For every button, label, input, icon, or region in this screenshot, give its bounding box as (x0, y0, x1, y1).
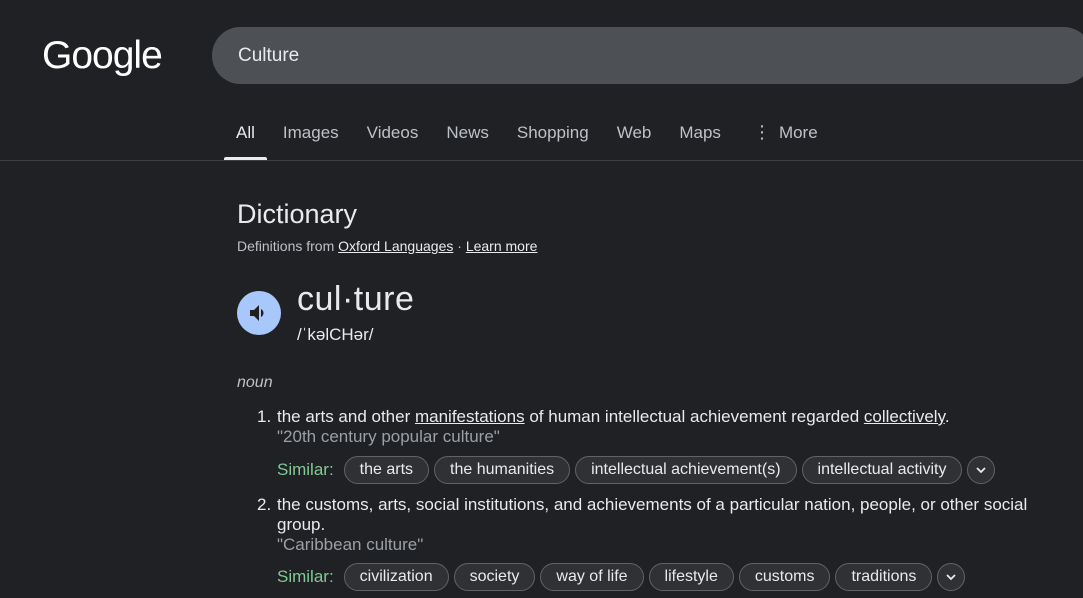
word-link-collectively[interactable]: collectively (864, 407, 945, 426)
chevron-down-icon (976, 467, 987, 474)
def-text-part: . (944, 407, 950, 426)
word-link-manifestations[interactable]: manifestations (415, 407, 525, 426)
similar-chip[interactable]: lifestyle (648, 563, 734, 591)
tab-all[interactable]: All (224, 116, 267, 160)
speaker-icon (250, 305, 264, 321)
headword: cul·ture (297, 280, 415, 318)
def-text-part: the arts and other (277, 407, 415, 426)
tab-news[interactable]: News (446, 116, 489, 160)
example-2: "Caribbean culture" (277, 535, 424, 554)
tab-web[interactable]: Web (617, 116, 652, 160)
def-text-part: of human intellectual achievement regard… (524, 407, 864, 426)
phonetic: /ˈkəlCHər/ (297, 325, 374, 344)
similar-chip[interactable]: intellectual activity (801, 456, 963, 484)
definition-2: 2. the customs, arts, social institution… (257, 495, 1027, 534)
tab-shopping[interactable]: Shopping (517, 116, 589, 160)
tab-web-label: Web (616, 123, 652, 142)
search-tabs: All Images Videos News Shopping Web Maps… (224, 116, 846, 160)
source-separator: · (457, 238, 462, 254)
search-box[interactable] (212, 27, 1083, 84)
dictionary-source: Definitions from Oxford Languages · Lear… (237, 238, 537, 254)
tab-maps[interactable]: Maps (679, 116, 721, 160)
google-logo[interactable]: Google (42, 34, 163, 78)
similar-chip[interactable]: civilization (343, 563, 449, 591)
tab-videos[interactable]: Videos (367, 116, 419, 160)
similar-label: Similar: (277, 460, 334, 479)
more-dots-icon: ⋮ (752, 122, 771, 142)
similar-chip[interactable]: society (453, 563, 536, 591)
similar-label: Similar: (277, 567, 334, 586)
page: Google All Images Videos News Shopping W… (0, 0, 1083, 598)
tab-shopping-label: Shopping (516, 123, 589, 142)
tab-maps-label: Maps (679, 123, 721, 142)
def-line-1: the customs, arts, social institutions, … (277, 495, 1028, 514)
similar-chip[interactable]: way of life (540, 563, 644, 591)
tab-images[interactable]: Images (283, 116, 339, 160)
similar-row-2: Similar: civilization society way of lif… (277, 563, 966, 591)
similar-chip[interactable]: intellectual achievement(s) (575, 456, 797, 484)
definition-text: the arts and other manifestations of hum… (277, 407, 950, 427)
chevron-down-icon (946, 574, 957, 581)
tab-videos-label: Videos (366, 123, 419, 142)
tab-images-label: Images (282, 123, 339, 142)
example-1: "20th century popular culture" (277, 427, 500, 446)
source-prefix: Definitions from (237, 238, 335, 254)
similar-chip[interactable]: the humanities (434, 456, 571, 484)
definition-number: 2. (257, 495, 272, 514)
tab-more-label: More (778, 123, 818, 142)
oxford-languages-link[interactable]: Oxford Languages (338, 238, 453, 254)
tab-all-label: All (236, 123, 255, 142)
expand-similar-button[interactable] (937, 563, 966, 591)
expand-similar-button[interactable] (967, 456, 996, 484)
similar-chip[interactable]: traditions (835, 563, 933, 591)
tab-news-label: News (446, 123, 489, 142)
learn-more-link[interactable]: Learn more (466, 238, 538, 254)
part-of-speech: noun (237, 374, 273, 391)
similar-chip[interactable]: the arts (343, 456, 430, 484)
search-input[interactable] (238, 44, 1038, 67)
pronunciation-button[interactable] (237, 291, 281, 335)
definition-text: the customs, arts, social institutions, … (277, 495, 1027, 535)
def-line-2: group. (277, 515, 326, 534)
definition-number: 1. (257, 407, 272, 426)
similar-chip[interactable]: customs (738, 563, 831, 591)
tabs-divider (0, 160, 1083, 161)
tab-more[interactable]: ⋮ More (753, 116, 818, 160)
dictionary-title: Dictionary (237, 199, 358, 229)
definition-1: 1. the arts and other manifestations of … (257, 407, 950, 427)
similar-row-1: Similar: the arts the humanities intelle… (277, 456, 996, 484)
